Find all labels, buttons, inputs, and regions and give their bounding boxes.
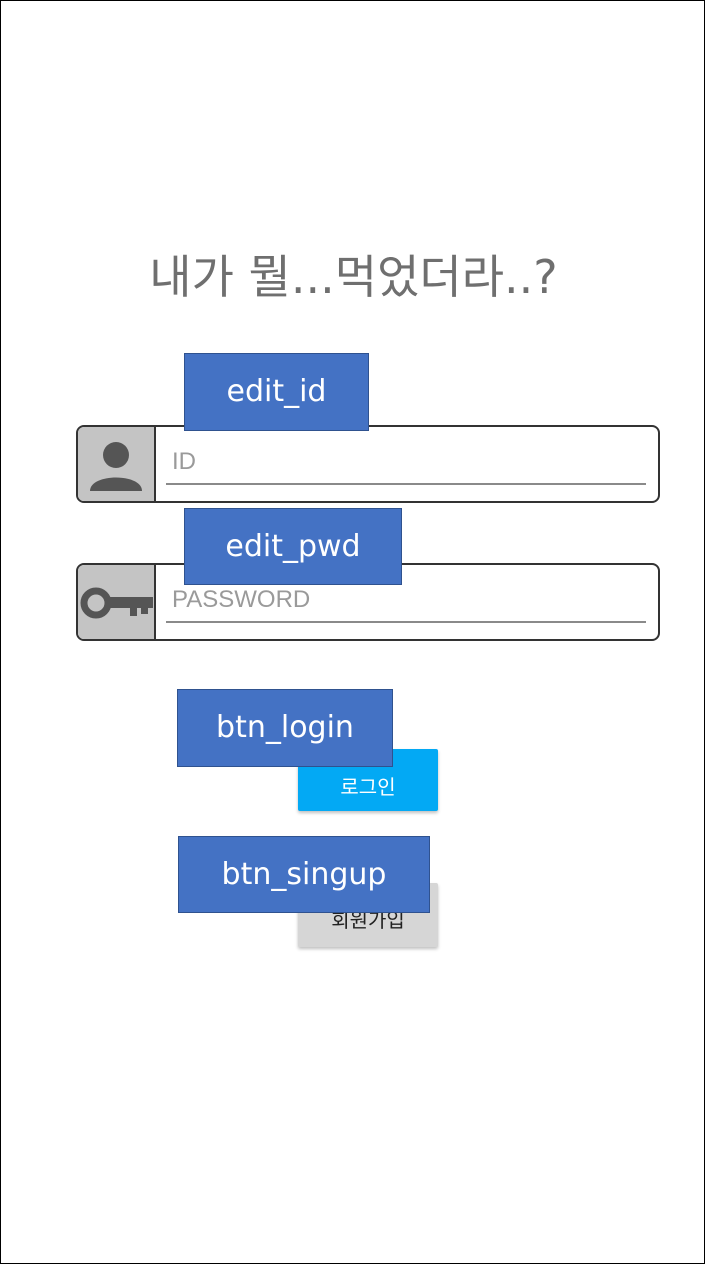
key-icon	[78, 565, 156, 639]
person-icon	[78, 427, 156, 501]
password-input[interactable]	[166, 579, 646, 623]
app-title: 내가 뭘...먹었더라..?	[149, 250, 558, 304]
annotation-edit-id: edit_id	[184, 353, 369, 431]
id-field-container	[76, 425, 660, 503]
id-input[interactable]	[166, 441, 646, 485]
app-screen: 내가 뭘...먹었더라..? 로그인 회원가입 edit_id edit_pwd…	[0, 0, 705, 1264]
annotation-btn-login: btn_login	[177, 689, 393, 767]
annotation-btn-signup: btn_singup	[178, 836, 430, 913]
annotation-edit-pwd: edit_pwd	[184, 508, 402, 585]
